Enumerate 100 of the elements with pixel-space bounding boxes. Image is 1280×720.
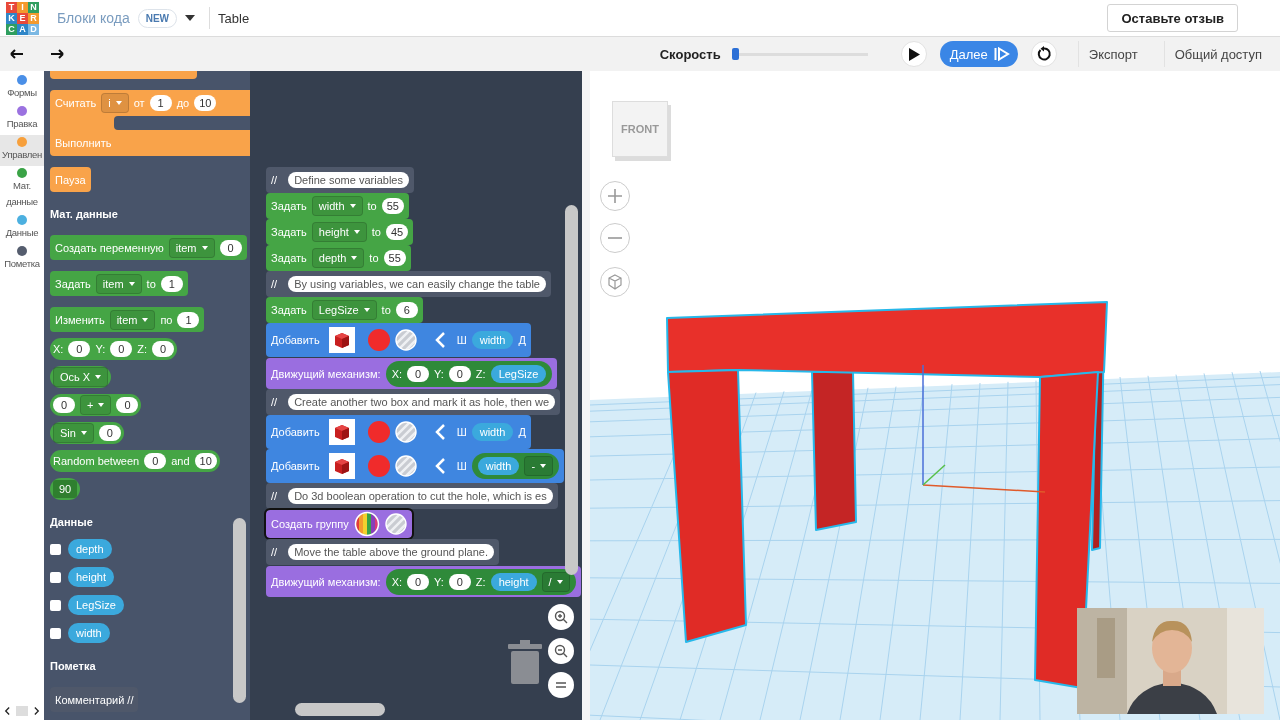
scroll-right-icon[interactable] xyxy=(34,706,40,716)
chevron-icon[interactable] xyxy=(433,423,446,441)
export-button[interactable]: Экспорт xyxy=(1077,41,1148,67)
value-field[interactable]: 0 xyxy=(407,365,430,382)
code-block[interactable]: Добавить Ш width - xyxy=(266,449,565,483)
project-title[interactable]: Table xyxy=(218,10,250,26)
code-block[interactable]: Создать переменную item 0 xyxy=(50,235,247,260)
value-field[interactable]: 6 xyxy=(395,302,418,318)
value-field[interactable]: 10 xyxy=(194,453,217,469)
value-field[interactable]: 55 xyxy=(383,250,406,266)
value-field[interactable]: 1 xyxy=(177,311,200,328)
code-block[interactable]: Добавить Ш width Д xyxy=(266,415,531,449)
comment-field[interactable]: Move the table above the ground plane. xyxy=(288,544,494,560)
cube-icon[interactable] xyxy=(328,453,355,479)
option-dropdown[interactable]: item xyxy=(168,237,215,258)
striped-circle-icon[interactable] xyxy=(394,329,417,351)
cube-icon[interactable] xyxy=(328,419,355,445)
checkbox[interactable] xyxy=(50,571,61,583)
striped-circle-icon[interactable] xyxy=(384,513,407,535)
undo-icon[interactable] xyxy=(10,49,24,59)
share-button[interactable]: Общий доступ xyxy=(1163,41,1272,67)
value-field[interactable]: 0 xyxy=(98,425,121,441)
table-model-drawing[interactable] xyxy=(666,301,1108,689)
value-field[interactable]: 0 xyxy=(68,341,91,357)
value-field[interactable]: 10 xyxy=(194,95,217,111)
color-swatch[interactable] xyxy=(367,329,390,351)
code-block[interactable]: Создать группу xyxy=(266,510,412,538)
value-field[interactable]: 0 xyxy=(110,341,133,357)
code-block[interactable]: // Define some variables xyxy=(266,167,414,193)
option-dropdown[interactable]: item xyxy=(95,273,142,294)
comment-field[interactable]: Create another two box and mark it as hole, then we xyxy=(288,394,556,410)
code-block[interactable]: 0 + 0 xyxy=(50,394,142,416)
code-block[interactable]: X: 0 Y: 0 Z: 0 xyxy=(50,338,177,360)
code-block[interactable]: Движущий механизм: X: 0 Y: 0 Z: height / xyxy=(266,566,581,597)
option-dropdown[interactable]: height xyxy=(311,222,367,242)
value-field[interactable]: 1 xyxy=(149,95,172,111)
scrollbar-thumb[interactable] xyxy=(565,205,578,575)
value-field[interactable]: 0 xyxy=(116,397,139,413)
checkbox[interactable] xyxy=(50,599,61,611)
redo-icon[interactable] xyxy=(50,49,64,59)
option-dropdown[interactable]: + xyxy=(80,395,112,415)
category-item[interactable]: Данные xyxy=(0,213,44,244)
zoom-in-button[interactable] xyxy=(548,604,574,630)
value-field[interactable]: 0 xyxy=(407,573,430,590)
slider-thumb[interactable] xyxy=(732,48,740,60)
trash-icon[interactable] xyxy=(508,640,542,684)
comment-field[interactable]: Do 3d boolean operation to cut the hole, which is es xyxy=(288,488,553,504)
value-field[interactable]: 1 xyxy=(160,275,183,292)
code-block[interactable]: Задать depth to 55 xyxy=(266,245,411,271)
code-block[interactable]: Изменить item по 1 xyxy=(50,307,205,332)
code-block[interactable]: Задать LegSize to 6 xyxy=(266,297,423,323)
comment-field[interactable]: By using variables, we can easily change the table xyxy=(288,276,546,292)
value-field[interactable]: 0 xyxy=(448,573,471,590)
reset-button[interactable] xyxy=(1030,41,1057,67)
chevron-icon[interactable] xyxy=(433,457,446,475)
option-dropdown[interactable]: - xyxy=(524,456,554,476)
code-block[interactable]: Комментарий // xyxy=(50,687,139,712)
chevron-icon[interactable] xyxy=(433,331,446,349)
value-field[interactable]: 0 xyxy=(144,453,167,469)
comment-field[interactable]: Define some variables xyxy=(288,172,409,188)
checkbox[interactable] xyxy=(50,543,61,555)
category-item[interactable]: Управлен xyxy=(0,135,44,166)
play-button[interactable] xyxy=(900,41,927,67)
code-block[interactable]: Задать width to 55 xyxy=(266,193,409,219)
rainbow-circle-icon[interactable] xyxy=(353,511,380,537)
reset-zoom-button[interactable] xyxy=(548,672,574,698)
value-field[interactable]: 0 xyxy=(219,239,242,256)
zoom-out-button[interactable] xyxy=(548,638,574,664)
code-block[interactable]: Sin 0 xyxy=(50,422,124,444)
value-field[interactable]: 45 xyxy=(386,224,409,240)
category-item[interactable]: Пометка xyxy=(0,244,44,275)
feedback-button[interactable]: Оставьте отзыв xyxy=(1107,4,1238,32)
color-swatch[interactable] xyxy=(367,421,390,443)
value-field[interactable]: 55 xyxy=(381,198,404,214)
value-field[interactable]: 0 xyxy=(53,397,75,413)
cube-icon[interactable] xyxy=(328,327,355,353)
option-dropdown[interactable]: width xyxy=(311,196,363,216)
code-block[interactable]: Random between 0 and 10 xyxy=(50,450,220,472)
code-block[interactable]: Задать item to 1 xyxy=(50,271,188,296)
category-item[interactable]: Мат. данные xyxy=(0,166,44,213)
striped-circle-icon[interactable] xyxy=(394,455,417,477)
caret-icon[interactable] xyxy=(185,15,196,21)
color-swatch[interactable] xyxy=(367,455,390,477)
scrollbar-thumb[interactable] xyxy=(16,706,28,716)
option-dropdown[interactable]: LegSize xyxy=(311,300,377,320)
option-dropdown[interactable]: Sin xyxy=(53,423,94,443)
striped-circle-icon[interactable] xyxy=(394,421,417,443)
code-block[interactable]: Задать height to 45 xyxy=(266,219,414,245)
scrollbar-thumb[interactable] xyxy=(233,518,246,703)
checkbox[interactable] xyxy=(50,627,61,639)
value-field[interactable]: 0 xyxy=(448,365,471,382)
scrollbar-thumb[interactable] xyxy=(295,703,385,716)
next-step-button[interactable]: Далее xyxy=(939,41,1018,67)
value-field[interactable]: 0 xyxy=(152,341,174,357)
loop-block[interactable]: Считать i от 1 до 10 Выполнить xyxy=(50,90,250,156)
code-block[interactable]: // Move the table above the ground plane. xyxy=(266,539,499,565)
category-item[interactable]: Формы xyxy=(0,73,44,104)
scroll-left-icon[interactable] xyxy=(4,706,10,716)
option-dropdown[interactable]: depth xyxy=(311,248,365,268)
option-dropdown[interactable]: / xyxy=(541,571,570,592)
